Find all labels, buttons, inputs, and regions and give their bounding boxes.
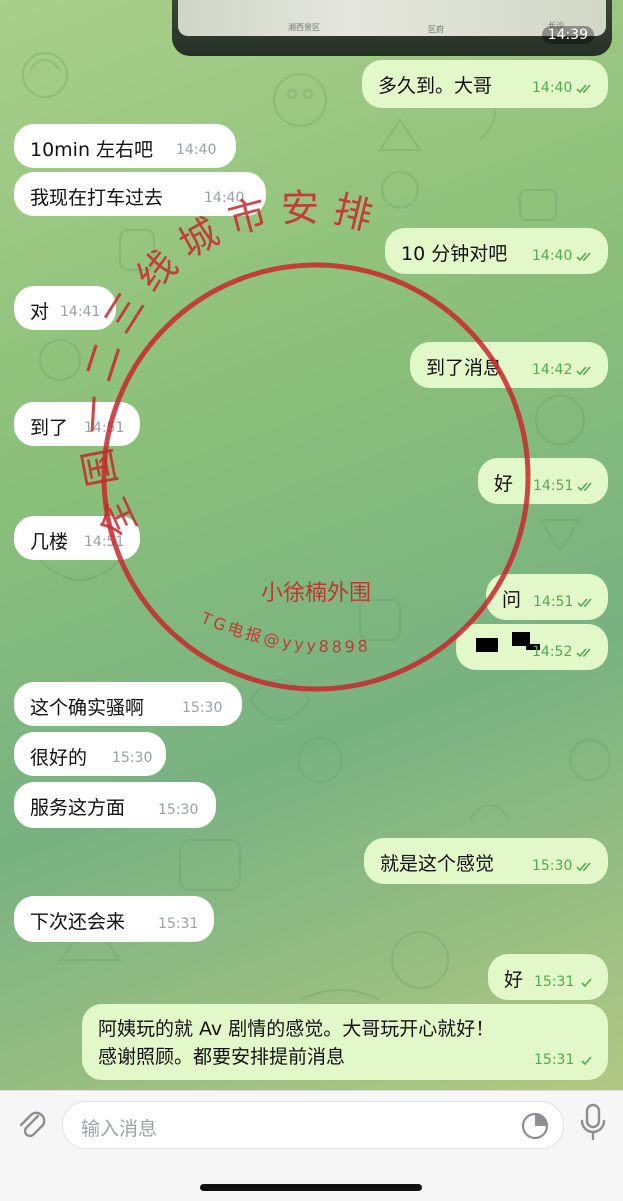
home-indicator [200, 1184, 422, 1191]
incoming-message[interactable]: 这个确实骚啊 15:30 [14, 682, 242, 726]
message-text: 问 [502, 589, 522, 611]
double-check-icon [576, 84, 591, 94]
message-time: 14:40 [176, 142, 217, 158]
chat-background: 湘西景区 长沙 区府 14:39 多久到。大哥 14:40 10min 左右吧 … [0, 0, 623, 1090]
image-message[interactable]: 湘西景区 长沙 区府 14:39 [172, 0, 612, 56]
outgoing-message[interactable]: 好 15:31 [488, 954, 608, 1000]
message-text: 这个确实骚啊 [30, 697, 145, 719]
message-time: 15:30 [158, 802, 199, 818]
message-text: 好 [504, 969, 524, 991]
incoming-message[interactable]: 10min 左右吧 14:40 [14, 124, 236, 168]
message-input[interactable]: 输入消息 [62, 1101, 564, 1149]
message-text-line: 感谢照顾。都要安排提前消息 [98, 1046, 346, 1068]
outgoing-message[interactable]: 就是这个感觉 15:30 [364, 838, 608, 884]
message-text: 几楼 [30, 531, 69, 553]
message-text: 很好的 [30, 747, 88, 769]
message-time: 15:30 [182, 700, 223, 716]
single-check-icon [581, 1056, 592, 1066]
incoming-message[interactable]: 到了 14:51 [14, 402, 140, 446]
map-label: 区府 [428, 25, 444, 34]
outgoing-message[interactable]: 阿姨玩的就 Av 剧情的感觉。大哥玩开心就好！ 感谢照顾。都要安排提前消息 15… [82, 1004, 608, 1080]
outgoing-message[interactable]: 问 14:51 [486, 574, 608, 620]
outgoing-message-redacted[interactable]: 14:52 [456, 624, 608, 670]
message-text: 好 [494, 473, 514, 495]
message-time: 15:30 [112, 750, 153, 766]
double-check-icon [576, 648, 591, 658]
message-text-line: 阿姨玩的就 Av 剧情的感觉。大哥玩开心就好！ [98, 1018, 495, 1040]
message-text: 10min 左右吧 [30, 139, 154, 161]
message-time: 14:51 [533, 478, 574, 494]
message-time: 15:30 [532, 858, 573, 874]
message-text: 多久到。大哥 [378, 75, 493, 97]
outgoing-message[interactable]: 到了消息 14:42 [410, 342, 608, 388]
attach-icon[interactable] [16, 1107, 48, 1141]
double-check-icon [577, 598, 592, 608]
message-time: 15:31 [534, 1052, 575, 1068]
double-check-icon [576, 366, 591, 376]
message-text: 服务这方面 [30, 797, 126, 819]
incoming-message[interactable]: 下次还会来 15:31 [14, 896, 214, 942]
sticker-icon[interactable] [521, 1112, 549, 1140]
message-time: 14:51 [84, 534, 125, 550]
message-text: 对 [30, 301, 50, 323]
message-time: 14:40 [532, 80, 573, 96]
incoming-message[interactable]: 服务这方面 15:30 [14, 782, 216, 828]
incoming-message[interactable]: 几楼 14:51 [14, 516, 140, 560]
message-text: 下次还会来 [30, 911, 126, 933]
microphone-icon[interactable] [578, 1103, 608, 1143]
message-time: 14:51 [84, 420, 125, 436]
redaction-block [476, 638, 498, 652]
outgoing-message[interactable]: 10 分钟对吧 14:40 [385, 228, 608, 274]
single-check-icon [581, 978, 592, 988]
message-text: 10 分钟对吧 [401, 243, 508, 265]
message-text: 就是这个感觉 [380, 853, 495, 875]
incoming-message[interactable]: 对 14:41 [14, 286, 116, 330]
message-text: 到了 [30, 417, 69, 439]
double-check-icon [577, 482, 592, 492]
map-label: 湘西景区 [288, 23, 320, 32]
message-time: 14:42 [532, 362, 573, 378]
message-time: 14:40 [532, 248, 573, 264]
message-time: 14:40 [204, 190, 245, 206]
double-check-icon [576, 252, 591, 262]
outgoing-message[interactable]: 多久到。大哥 14:40 [362, 60, 608, 108]
double-check-icon [576, 862, 591, 872]
outgoing-message[interactable]: 好 14:51 [478, 458, 608, 504]
message-text: 我现在打车过去 [30, 187, 164, 209]
message-time: 14:52 [532, 644, 573, 660]
incoming-message[interactable]: 很好的 15:30 [14, 732, 166, 776]
message-time: 15:31 [534, 974, 575, 990]
message-time: 15:31 [158, 916, 199, 932]
message-time: 14:39 [541, 26, 594, 44]
incoming-message[interactable]: 我现在打车过去 14:40 [14, 172, 266, 216]
message-text: 到了消息 [426, 357, 503, 379]
message-time: 14:51 [533, 594, 574, 610]
message-time: 14:41 [60, 304, 101, 320]
message-input-placeholder: 输入消息 [81, 1118, 158, 1140]
